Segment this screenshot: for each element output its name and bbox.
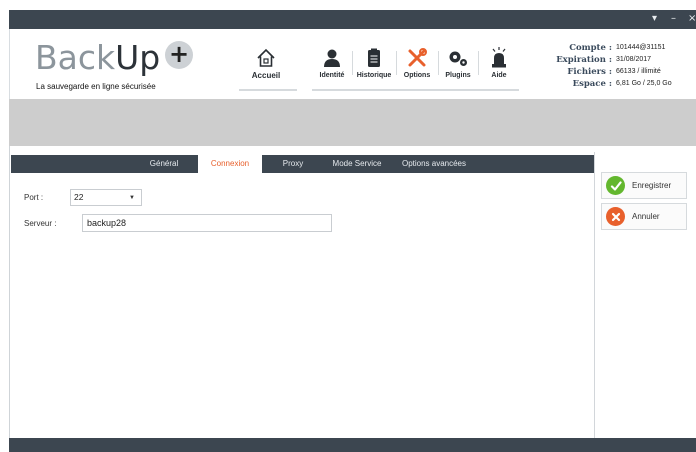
compte-label: Compte :: [569, 43, 612, 53]
serveur-input[interactable]: backup28: [82, 214, 332, 232]
nav-accueil-label: Accueil: [251, 71, 281, 80]
port-select[interactable]: 22 ▼: [70, 189, 142, 206]
tab-general[interactable]: Général: [139, 155, 189, 173]
nav-separator: [478, 51, 479, 75]
serveur-label: Serveur :: [24, 219, 57, 228]
nav-plugins-label: Plugins: [445, 72, 471, 79]
chevron-down-icon: ▼: [129, 195, 135, 201]
siren-icon: [481, 47, 517, 69]
tab-options-avancees[interactable]: Options avancées: [395, 155, 473, 173]
cancel-button[interactable]: Annuler: [601, 203, 687, 230]
gears-icon: [439, 47, 477, 69]
port-value: 22: [74, 192, 84, 202]
window-titlebar: ▾ – ×: [9, 10, 696, 29]
tab-proxy[interactable]: Proxy: [273, 155, 313, 173]
fichiers-label: Fichiers :: [567, 67, 612, 77]
check-icon: [606, 176, 625, 195]
logo-plus-icon: +: [165, 41, 193, 69]
close-icon[interactable]: ×: [688, 13, 696, 25]
home-icon: [244, 47, 288, 69]
save-button-label: Enregistrer: [632, 181, 672, 190]
account-fichiers-row: Fichiers : 66133 / illimité: [544, 66, 684, 78]
expiration-value: 31/08/2017: [616, 56, 652, 63]
nav-identite-label: Identité: [319, 72, 345, 79]
window-left-border: [9, 146, 10, 438]
cancel-button-label: Annuler: [632, 212, 660, 221]
logo-tagline: La sauvegarde en ligne sécurisée: [36, 82, 156, 91]
settings-tabbar: Général Connexion Proxy Mode Service Opt…: [11, 155, 594, 173]
espace-label: Espace :: [572, 79, 612, 89]
history-icon: [353, 47, 395, 69]
nav-plugins[interactable]: Plugins: [439, 45, 477, 87]
expiration-label: Expiration :: [556, 55, 612, 65]
nav-accueil[interactable]: Accueil: [244, 45, 288, 87]
nav-options[interactable]: Options: [397, 45, 437, 87]
fichiers-value: 66133 / illimité: [616, 68, 661, 75]
user-icon: [312, 47, 352, 69]
nav-options-label: Options: [403, 72, 431, 79]
nav-historique[interactable]: Historique: [353, 45, 395, 87]
logo-text-back: Back: [35, 38, 116, 77]
minimize-icon[interactable]: –: [671, 13, 676, 25]
compte-value: 101444@31151: [616, 44, 666, 51]
nav-historique-label: Historique: [356, 72, 392, 79]
close-circle-icon: [606, 207, 625, 226]
account-compte-row: Compte : 101444@31151: [544, 42, 684, 54]
nav-aide-label: Aide: [491, 72, 507, 79]
app-logo: BackUp: [35, 39, 160, 77]
connexion-panel: [11, 173, 594, 438]
espace-value: 6,81 Go / 25,0 Go: [616, 80, 672, 87]
header-banner: [9, 99, 696, 146]
tab-connexion[interactable]: Connexion: [198, 155, 262, 173]
port-label: Port :: [24, 193, 44, 202]
app-header: BackUp + La sauvegarde en ligne sécurisé…: [9, 29, 696, 99]
nav-divider: [239, 89, 297, 91]
account-expiration-row: Expiration : 31/08/2017: [544, 54, 684, 66]
logo-text-up: Up: [115, 38, 161, 77]
nav-aide[interactable]: Aide: [481, 45, 517, 87]
status-bar: [9, 438, 696, 452]
tab-mode-service[interactable]: Mode Service: [327, 155, 387, 173]
nav-identite[interactable]: Identité: [312, 45, 352, 87]
actions-sidebar: Enregistrer Annuler: [594, 152, 696, 438]
save-button[interactable]: Enregistrer: [601, 172, 687, 199]
tools-icon: [397, 47, 437, 69]
account-info: Compte : 101444@31151 Expiration : 31/08…: [544, 42, 684, 90]
account-espace-row: Espace : 6,81 Go / 25,0 Go: [544, 78, 684, 90]
menu-icon[interactable]: ▾: [652, 13, 657, 25]
nav-divider: [312, 89, 519, 91]
